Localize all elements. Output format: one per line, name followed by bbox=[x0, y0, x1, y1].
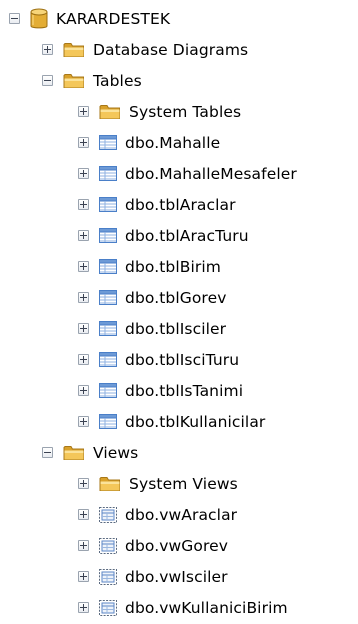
table-icon bbox=[99, 259, 117, 274]
expand-toggle-icon[interactable] bbox=[78, 602, 89, 613]
tree-node-table[interactable]: dbo.tblIsciTuru bbox=[0, 344, 358, 375]
expand-toggle-icon[interactable] bbox=[78, 137, 89, 148]
tree-node-view[interactable]: dbo.vwGorev bbox=[0, 530, 358, 561]
collapse-toggle-icon[interactable] bbox=[9, 13, 20, 24]
tree-node-database-diagrams[interactable]: Database Diagrams bbox=[0, 34, 358, 65]
tree-node-label: Tables bbox=[93, 71, 142, 90]
expand-toggle-icon[interactable] bbox=[78, 323, 89, 334]
folder-icon bbox=[63, 72, 85, 89]
expand-toggle-icon[interactable] bbox=[78, 540, 89, 551]
tree-node-label: Views bbox=[93, 443, 139, 462]
expand-toggle-icon[interactable] bbox=[78, 478, 89, 489]
tree-node-view[interactable]: dbo.vwKullaniciBirim bbox=[0, 592, 358, 623]
tree-node-label: dbo.tblKullanicilar bbox=[125, 412, 266, 431]
collapse-toggle-icon[interactable] bbox=[42, 447, 53, 458]
tree-node-label: dbo.tblIsciler bbox=[125, 319, 227, 338]
tree-node-views[interactable]: Views bbox=[0, 437, 358, 468]
tree-node-label: dbo.vwKullaniciBirim bbox=[125, 598, 288, 617]
tree-node-table[interactable]: dbo.tblIsTanimi bbox=[0, 375, 358, 406]
tree-node-label: dbo.tblIsciTuru bbox=[125, 350, 240, 369]
tree-node-table[interactable]: dbo.Mahalle bbox=[0, 127, 358, 158]
tree-node-label: dbo.tblAraclar bbox=[125, 195, 236, 214]
tree-node-label: System Tables bbox=[129, 102, 242, 121]
tree-node-table[interactable]: dbo.tblGorev bbox=[0, 282, 358, 313]
tree-node-label: Database Diagrams bbox=[93, 40, 249, 59]
tree-node-database[interactable]: KARARDESTEK bbox=[0, 3, 358, 34]
expand-toggle-icon[interactable] bbox=[78, 571, 89, 582]
tree-node-table[interactable]: dbo.MahalleMesafeler bbox=[0, 158, 358, 189]
tree-node-label: dbo.tblGorev bbox=[125, 288, 227, 307]
tree-node-system-tables[interactable]: System Tables bbox=[0, 96, 358, 127]
expand-toggle-icon[interactable] bbox=[78, 416, 89, 427]
folder-icon bbox=[63, 41, 85, 58]
expand-toggle-icon[interactable] bbox=[42, 44, 53, 55]
table-icon bbox=[99, 166, 117, 181]
expand-toggle-icon[interactable] bbox=[78, 199, 89, 210]
table-icon bbox=[99, 352, 117, 367]
expand-toggle-icon[interactable] bbox=[78, 354, 89, 365]
table-icon bbox=[99, 321, 117, 336]
database-icon bbox=[30, 8, 48, 30]
folder-icon bbox=[63, 444, 85, 461]
tree-node-label: dbo.vwAraclar bbox=[125, 505, 238, 524]
table-icon bbox=[99, 197, 117, 212]
folder-icon bbox=[99, 103, 121, 120]
tree-node-table[interactable]: dbo.tblIsciler bbox=[0, 313, 358, 344]
expand-toggle-icon[interactable] bbox=[78, 509, 89, 520]
table-icon bbox=[99, 228, 117, 243]
table-icon bbox=[99, 290, 117, 305]
view-icon bbox=[99, 568, 117, 585]
tree-node-table[interactable]: dbo.tblAracTuru bbox=[0, 220, 358, 251]
tree-node-view[interactable]: dbo.vwAraclar bbox=[0, 499, 358, 530]
view-icon bbox=[99, 599, 117, 616]
expand-toggle-icon[interactable] bbox=[78, 292, 89, 303]
tree-node-label: dbo.vwIsciler bbox=[125, 567, 228, 586]
table-icon bbox=[99, 414, 117, 429]
expand-toggle-icon[interactable] bbox=[78, 106, 89, 117]
tree-node-label: dbo.Mahalle bbox=[125, 133, 221, 152]
view-icon bbox=[99, 537, 117, 554]
tree-node-label: dbo.tblIsTanimi bbox=[125, 381, 244, 400]
expand-toggle-icon[interactable] bbox=[78, 230, 89, 241]
tree-node-label: dbo.tblBirim bbox=[125, 257, 221, 276]
tree-node-label: dbo.MahalleMesafeler bbox=[125, 164, 297, 183]
view-icon bbox=[99, 506, 117, 523]
tree-node-table[interactable]: dbo.tblKullanicilar bbox=[0, 406, 358, 437]
tree-node-tables[interactable]: Tables bbox=[0, 65, 358, 96]
folder-icon bbox=[99, 475, 121, 492]
collapse-toggle-icon[interactable] bbox=[42, 75, 53, 86]
tree-node-label: dbo.vwGorev bbox=[125, 536, 229, 555]
tree-node-label: System Views bbox=[129, 474, 238, 493]
expand-toggle-icon[interactable] bbox=[78, 385, 89, 396]
tree-node-table[interactable]: dbo.tblAraclar bbox=[0, 189, 358, 220]
object-explorer-tree: KARARDESTEK Database Diagrams Tables Sys… bbox=[0, 3, 358, 623]
tree-node-label: dbo.tblAracTuru bbox=[125, 226, 249, 245]
tree-node-system-views[interactable]: System Views bbox=[0, 468, 358, 499]
expand-toggle-icon[interactable] bbox=[78, 168, 89, 179]
tree-node-view[interactable]: dbo.vwIsciler bbox=[0, 561, 358, 592]
table-icon bbox=[99, 135, 117, 150]
tree-node-label: KARARDESTEK bbox=[56, 9, 171, 28]
tree-node-table[interactable]: dbo.tblBirim bbox=[0, 251, 358, 282]
table-icon bbox=[99, 383, 117, 398]
expand-toggle-icon[interactable] bbox=[78, 261, 89, 272]
